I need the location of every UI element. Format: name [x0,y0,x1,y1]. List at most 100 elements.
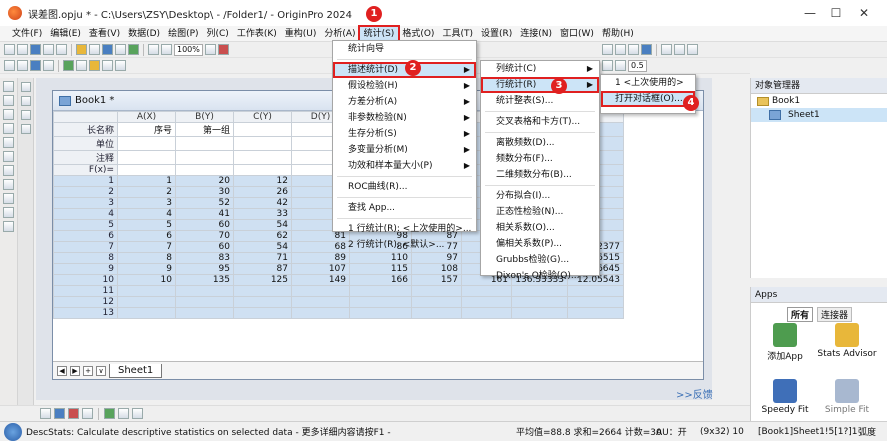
menu-edit[interactable]: 编辑(E) [46,27,85,41]
prev-sheet-button[interactable]: ◀ [57,365,67,376]
row-header[interactable]: 4 [53,208,118,220]
label-cell[interactable] [175,150,234,165]
data-cell[interactable] [117,285,176,297]
zoom-select[interactable]: 100% [174,43,203,56]
label-cell[interactable] [233,164,292,176]
data-cell[interactable] [411,296,462,308]
column-header[interactable]: A(X) [117,111,176,123]
data-cell[interactable] [117,296,176,308]
menu-connect[interactable]: 连接(N) [516,27,556,41]
data-cell[interactable]: 41 [175,208,234,220]
menu-help[interactable]: 帮助(H) [598,27,638,41]
save-icon[interactable] [102,44,113,55]
frequency-distribution-item[interactable]: 频数分布(F)... [481,151,599,167]
import-icon[interactable] [128,44,139,55]
data-cell[interactable] [233,296,292,308]
anova-item[interactable]: 方差分析(A) ▶ [333,94,476,110]
apps-tab-connectors[interactable]: 连接器 [817,307,853,322]
feedback-link[interactable]: >>反馈 [676,386,713,401]
data-cell[interactable]: 70 [175,230,234,242]
row-header[interactable]: 7 [53,241,118,253]
plot-scatter-icon[interactable] [17,60,28,71]
default-row-stats-item[interactable]: 2 行统计(R): <默认>... [333,237,476,253]
draw-data-icon[interactable] [3,151,14,162]
arrow-tool-icon[interactable] [3,179,14,190]
data-cell[interactable]: 110 [349,252,412,264]
data-cell[interactable]: 125 [233,274,292,286]
data-cell[interactable] [461,307,512,319]
code-builder-icon[interactable] [204,44,216,55]
plot-line-icon[interactable] [4,60,15,71]
open-icon[interactable] [76,44,87,55]
menu-format[interactable]: 格式(O) [398,27,438,41]
data-cell[interactable] [461,285,512,297]
label-cell[interactable] [175,164,234,176]
greek-icon[interactable] [687,44,698,55]
label-cell[interactable] [233,122,292,137]
data-cell[interactable] [411,285,462,297]
superscript-icon[interactable] [661,44,672,55]
data-cell[interactable]: 87 [233,263,292,275]
nonparametric-item[interactable]: 非参数检验(N) ▶ [333,110,476,126]
data-cell[interactable]: 149 [291,274,350,286]
stats-wizard-item[interactable]: 统计向导 [333,41,476,57]
menu-settings[interactable]: 设置(R) [477,27,516,41]
data-cell[interactable]: 3 [117,197,176,209]
data-cell[interactable]: 62 [233,230,292,242]
data-cell[interactable]: 4 [117,208,176,220]
save-template-icon[interactable] [115,44,126,55]
survival-item[interactable]: 生存分析(S) ▶ [333,126,476,142]
grubbs-test-item[interactable]: Grubbs检验(G)... [481,252,599,268]
sheet-tab[interactable]: Sheet1 [109,363,163,378]
row-header[interactable]: 5 [53,219,118,231]
label-cell[interactable]: 序号 [117,122,176,137]
column-header[interactable]: B(Y) [175,111,234,123]
menu-worksheet[interactable]: 工作表(K) [233,27,281,41]
hypothesis-test-item[interactable]: 假设检验(H) ▶ [333,78,476,94]
data-cell[interactable]: 83 [175,252,234,264]
label-cell[interactable] [117,164,176,176]
label-cell[interactable] [233,136,292,151]
data-cell[interactable] [233,307,292,319]
menu-window[interactable]: 窗口(W) [556,27,598,41]
data-cell[interactable]: 2 [117,186,176,198]
data-cell[interactable]: 42 [233,197,292,209]
object-edit-icon[interactable] [132,408,143,419]
data-cell[interactable]: 54 [233,219,292,231]
row-header[interactable]: 11 [53,285,118,297]
label-cell[interactable] [175,136,234,151]
menu-statistics[interactable]: 统计(S) [357,24,401,43]
tree-sheet-node[interactable]: Sheet1 [751,108,887,122]
corner-cell[interactable] [53,111,118,123]
data-cell[interactable]: 12 [233,175,292,187]
data-cell[interactable]: 60 [175,241,234,253]
data-cell[interactable]: 60 [175,219,234,231]
row-header[interactable]: 8 [53,252,118,264]
sort-icon[interactable] [89,60,100,71]
data-cell[interactable]: 26 [233,186,292,198]
menu-analysis[interactable]: 分析(A) [320,27,359,41]
data-cell[interactable] [175,285,234,297]
row-header[interactable]: 12 [53,296,118,308]
power-sample-size-item[interactable]: 功效和样本量大小(P) ▶ [333,158,476,174]
data-cell[interactable]: 54 [233,241,292,253]
partial-correlation-item[interactable]: 偏相关系数(P)... [481,236,599,252]
label-row-header[interactable]: 长名称 [53,122,118,137]
stats-whole-table-item[interactable]: 统计整表(S)... [481,93,599,109]
next-sheet-button[interactable]: ▶ [70,365,80,376]
symbol-icon[interactable] [54,408,65,419]
data-cell[interactable] [511,285,568,297]
pointer-icon[interactable] [3,81,14,92]
stats-on-rows-icon[interactable] [115,60,126,71]
row-header[interactable]: 13 [53,307,118,319]
region-tool-icon[interactable] [3,221,14,232]
data-cell[interactable] [175,307,234,319]
open-dialog-item[interactable]: 打开对话框(O)... [601,91,695,107]
text-tool-icon[interactable] [3,165,14,176]
data-cell[interactable] [567,296,624,308]
data-cell[interactable]: 5 [117,219,176,231]
distribution-fit-item[interactable]: 分布拟合(I)... [481,188,599,204]
roc-curve-item[interactable]: ROC曲线(R)... [333,179,476,195]
refresh-icon[interactable] [161,44,172,55]
data-cell[interactable] [291,307,350,319]
